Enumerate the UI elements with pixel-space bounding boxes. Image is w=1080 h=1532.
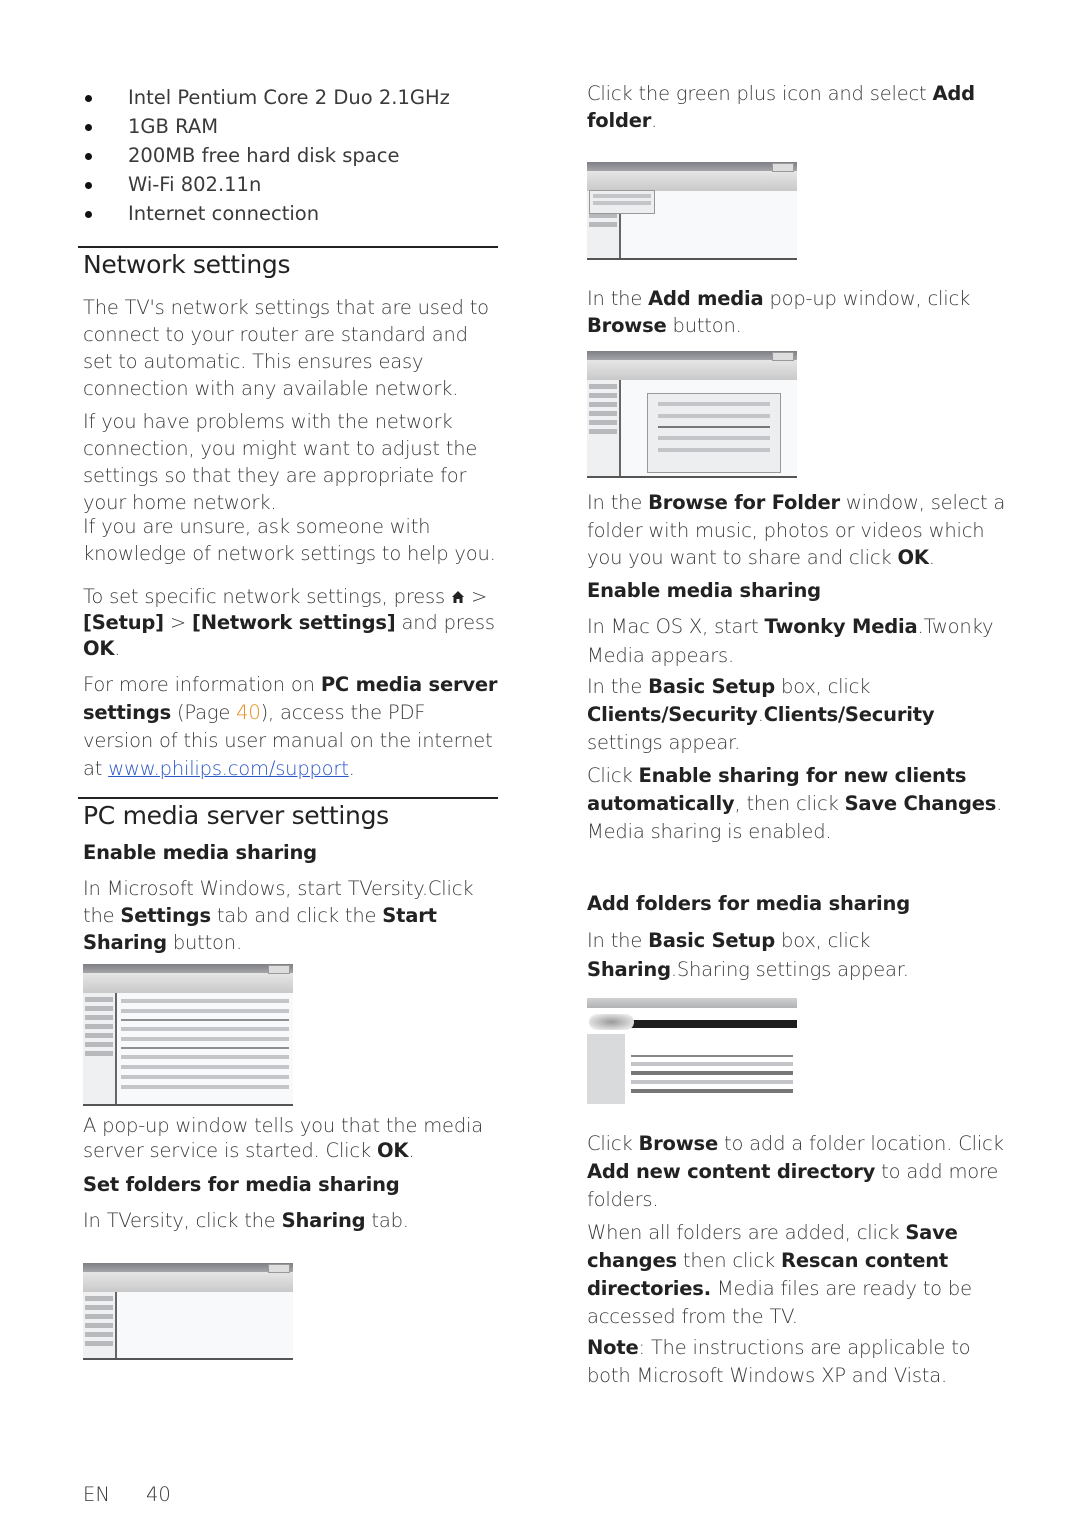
browse-folder-instructions: In the Browse for Folder window, select … (587, 491, 1006, 569)
sharing-instructions: In the Basic Setup box, click Sharing.Sh… (587, 929, 909, 981)
window-titlebar (83, 964, 293, 974)
add-folder-screenshot (587, 162, 797, 260)
window-content (117, 993, 293, 1104)
network-settings-heading: Network settings (83, 250, 291, 279)
list-item: Wi-Fi 802.11n (83, 170, 498, 199)
window-menubar (83, 1272, 293, 1292)
window-titlebar (587, 162, 797, 172)
network-para-1: The TV's network settings that are used … (83, 296, 489, 400)
windows-instructions: In Microsoft Windows, start TVersity.Cli… (83, 877, 474, 954)
window-titlebar (587, 351, 797, 361)
green-plus-instructions: Click the green plus icon and select Add… (587, 82, 975, 132)
add-media-instructions: In the Add media pop-up window, click Br… (587, 287, 971, 337)
window-controls-icon (772, 163, 794, 172)
save-rescan-instructions: When all folders are added, click Save c… (587, 1221, 972, 1328)
window-titlebar (83, 1263, 293, 1273)
twonky-logo (589, 1014, 634, 1030)
window-content (117, 1292, 293, 1358)
page-reference-link[interactable]: 40 (236, 701, 261, 724)
twonky-banner (627, 1020, 797, 1028)
window-menubar (587, 171, 797, 191)
window-menubar (587, 360, 797, 380)
browser-toolbar (587, 998, 797, 1008)
popup-instructions: A pop-up window tells you that the media… (83, 1114, 483, 1162)
list-item: 200MB free hard disk space (83, 141, 498, 170)
add-folder-dropdown (589, 190, 655, 214)
mac-enable-sharing-heading: Enable media sharing (587, 579, 821, 602)
network-para-5: For more information on PC media server … (83, 673, 498, 780)
enable-media-sharing-heading: Enable media sharing (83, 841, 317, 864)
section-divider (78, 797, 498, 799)
tversity-sharing-instructions: In TVersity, click the Sharing tab. (83, 1209, 409, 1232)
basic-setup-instructions: In the Basic Setup box, click Clients/Se… (587, 675, 935, 754)
twonky-sharing-screenshot (587, 998, 797, 1104)
network-para-2: If you have problems with the network co… (83, 410, 478, 514)
pc-media-server-heading: PC media server settings (83, 801, 389, 830)
twonky-content (631, 1050, 793, 1098)
section-divider (78, 246, 498, 248)
list-item: 1GB RAM (83, 112, 498, 141)
list-item: Internet connection (83, 199, 498, 228)
window-sidebar (83, 993, 117, 1104)
window-controls-icon (268, 1264, 290, 1273)
home-icon (451, 591, 464, 603)
add-media-screenshot (587, 351, 797, 478)
philips-support-link[interactable]: www.philips.com/support (108, 757, 349, 780)
twonky-sidebar (587, 1034, 625, 1104)
add-folders-heading: Add folders for media sharing (587, 892, 910, 915)
requirements-list: Intel Pentium Core 2 Duo 2.1GHz 1GB RAM … (83, 83, 498, 228)
footer-language: EN (83, 1483, 110, 1506)
enable-sharing-instructions: Click Enable sharing for new clients aut… (587, 764, 1003, 843)
network-para-3: If you are unsure, ask someone with know… (83, 515, 496, 565)
browse-instructions: Click Browse to add a folder location. C… (587, 1132, 1004, 1211)
mac-instructions: In Mac OS X, start Twonky Media.Twonky M… (587, 615, 994, 667)
window-controls-icon (268, 965, 290, 974)
window-controls-icon (772, 352, 794, 361)
window-sidebar (587, 380, 621, 476)
network-para-4: To set specific network settings, press … (83, 585, 495, 660)
set-folders-heading: Set folders for media sharing (83, 1173, 400, 1196)
list-item: Intel Pentium Core 2 Duo 2.1GHz (83, 83, 498, 112)
tversity-sharing-screenshot (83, 1263, 293, 1360)
window-sidebar (83, 1292, 117, 1358)
note: Note: The instructions are applicable to… (587, 1336, 971, 1387)
footer-page-number: 40 (146, 1483, 171, 1506)
window-menubar (83, 973, 293, 993)
tversity-settings-screenshot (83, 964, 293, 1106)
add-media-dialog (647, 393, 781, 473)
